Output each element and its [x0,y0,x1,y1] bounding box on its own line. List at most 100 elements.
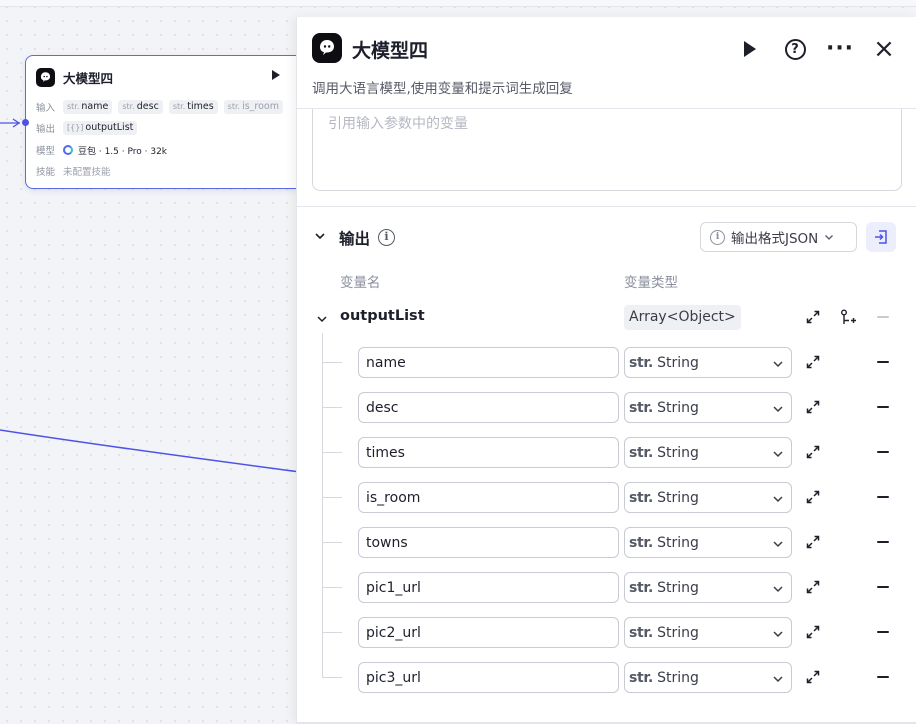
expand-icon [806,400,820,414]
input-tag-is-room: str. is_room [223,100,283,114]
root-variable-name[interactable]: outputList [340,308,425,324]
chevron-down-icon [773,361,783,368]
edge-curve [0,429,301,473]
import-button[interactable] [866,222,896,252]
more-button[interactable]: ··· [825,36,855,62]
prompt-placeholder: 引用输入参数中的变量 [328,116,468,132]
expand-icon [806,490,820,504]
string-type-icon: str. [629,579,654,596]
field-type-select[interactable]: str. String [624,392,792,423]
field-name-input[interactable] [358,572,619,603]
field-type-label: String [657,669,699,686]
expand-button[interactable] [804,353,822,371]
field-name-input[interactable] [358,482,619,513]
field-name-input[interactable] [358,527,619,558]
tree-branch [322,587,342,588]
expand-button[interactable] [804,668,822,686]
field-type-label: String [657,489,699,506]
prompt-editor[interactable]: 引用输入参数中的变量 [312,109,902,191]
field-type-select[interactable]: str. String [624,437,792,468]
play-icon[interactable] [272,70,280,80]
node-input-port[interactable] [22,119,29,126]
output-format-label: 输出格式JSON [731,231,819,247]
string-type-icon: str. [629,444,654,461]
llm-node-card[interactable]: 大模型四 输入 str. name str. desc str. times str.… [22,55,316,189]
field-name-input[interactable] [358,347,619,378]
field-type-select[interactable]: str. String [624,482,792,513]
expand-button[interactable] [804,533,822,551]
string-type-icon: str. [629,534,654,551]
more-icon: ··· [825,36,855,61]
expand-button[interactable] [804,443,822,461]
field-type-label: String [657,354,699,371]
chevron-down-icon[interactable] [314,230,326,242]
output-format-dropdown[interactable]: i 输出格式JSON [700,222,857,252]
field-type-label: String [657,534,699,551]
output-section-title: 输出 [339,230,371,248]
chevron-down-icon [773,496,783,503]
input-label: 输入 [36,103,56,114]
panel-description: 调用大语言模型,使用变量和提示词生成回复 [312,81,573,97]
logo-icon [36,67,55,87]
tree-branch [322,632,342,633]
field-type-label: String [657,624,699,641]
node-config-panel: 大模型四 调用大语言模型,使用变量和提示词生成回复 ? ··· × 引用输入参数… [296,17,916,724]
expand-button[interactable] [804,488,822,506]
field-type-select[interactable]: str. String [624,527,792,558]
close-button[interactable]: × [871,36,897,62]
column-header-type: 变量类型 [624,275,678,291]
chevron-down-icon[interactable] [316,313,328,325]
tree-branch [322,542,342,543]
string-type-icon: str. [629,489,654,506]
add-child-button[interactable] [839,308,857,326]
expand-button[interactable] [804,308,822,326]
remove-field-button[interactable] [877,361,889,363]
field-type-select[interactable]: str. String [624,662,792,693]
info-icon: i [710,229,725,245]
field-name-input[interactable] [358,392,619,423]
remove-field-button[interactable] [877,631,889,633]
node-model-row: 模型 豆包 · 1.5 · Pro · 32k [36,142,167,158]
node-output-row: 输出 [{}] outputList [36,120,143,136]
string-type-icon: str. [629,399,654,416]
info-icon[interactable]: i [378,229,395,246]
expand-icon [806,625,820,639]
help-button[interactable]: ? [782,36,808,62]
minus-icon [877,316,889,318]
remove-field-button[interactable] [877,451,889,453]
chevron-down-icon [773,451,783,458]
remove-field-button[interactable] [877,541,889,543]
tree-branch [322,452,342,453]
remove-field-button[interactable] [877,676,889,678]
node-header: 大模型四 [36,67,316,87]
field-name-input[interactable] [358,437,619,468]
input-tag-times: str. times [168,100,218,114]
expand-button[interactable] [804,578,822,596]
expand-icon [806,355,820,369]
string-type-icon: str. [629,624,654,641]
remove-field-button[interactable] [877,496,889,498]
expand-icon [806,445,820,459]
add-child-icon [840,309,856,324]
field-type-select[interactable]: str. String [624,347,792,378]
field-type-select[interactable]: str. String [624,617,792,648]
section-divider [297,206,916,207]
expand-button[interactable] [804,623,822,641]
expand-button[interactable] [804,398,822,416]
field-type-select[interactable]: str. String [624,572,792,603]
string-type-icon: str. [629,669,654,686]
remove-field-button[interactable] [877,406,889,408]
panel-header: 大模型四 调用大语言模型,使用变量和提示词生成回复 ? ··· × [297,17,916,109]
tree-branch [322,362,342,363]
skill-label: 技能 [36,167,56,178]
remove-field-button[interactable] [877,586,889,588]
expand-icon [806,670,820,684]
import-icon [875,230,887,244]
play-icon [744,41,756,57]
field-name-input[interactable] [358,662,619,693]
run-button[interactable] [737,36,763,62]
field-name-input[interactable] [358,617,619,648]
chevron-down-icon [825,235,834,240]
panel-title[interactable]: 大模型四 [352,36,428,63]
expand-icon [806,580,820,594]
